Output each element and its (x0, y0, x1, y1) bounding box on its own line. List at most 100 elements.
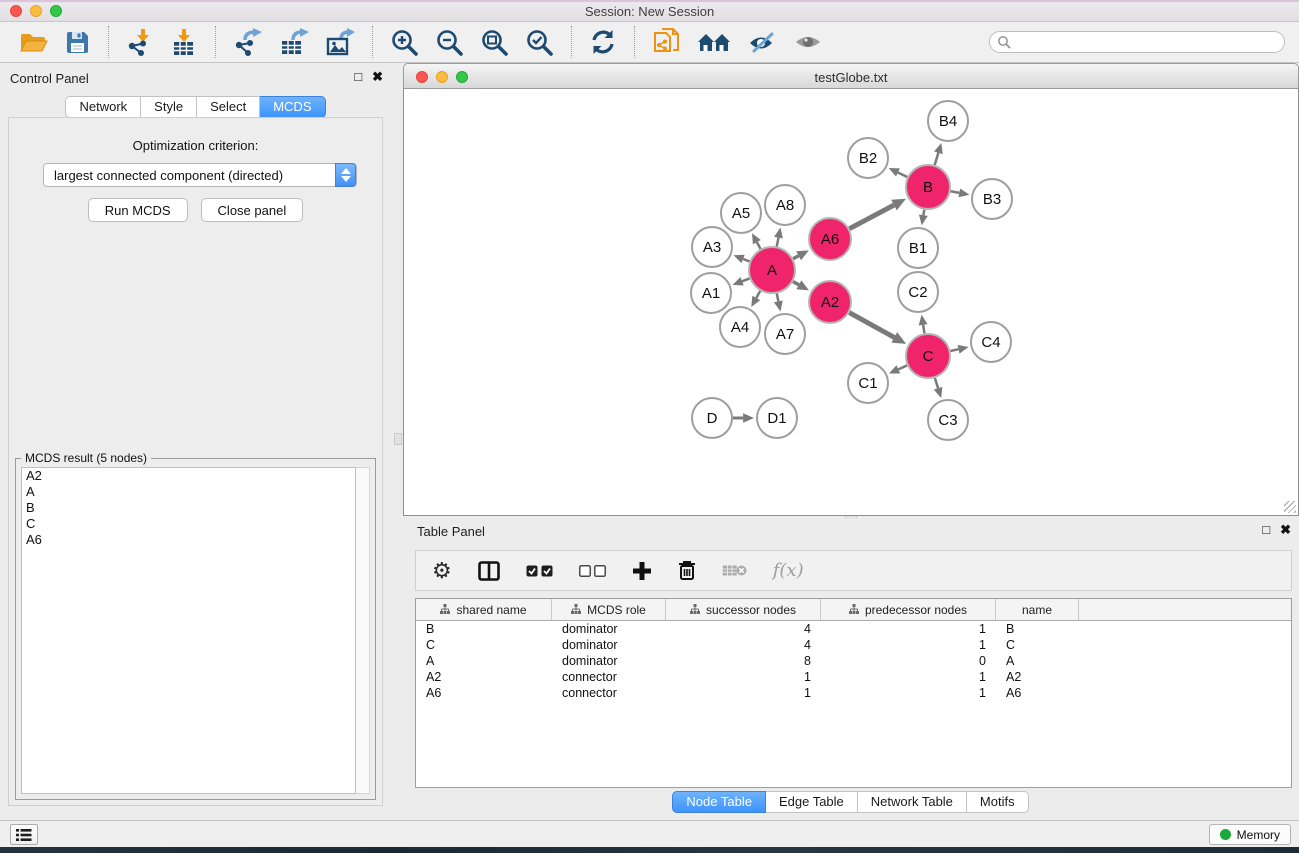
table-settings-button[interactable]: ⚙ (432, 560, 452, 582)
deselect-all-columns-button[interactable] (579, 565, 606, 577)
network-edge-B-B2[interactable] (889, 168, 908, 177)
zoom-fit-button[interactable] (476, 26, 513, 59)
cell-name[interactable]: A6 (996, 685, 1079, 701)
network-edge-C-C2[interactable] (919, 315, 928, 334)
table-tab-network-table[interactable]: Network Table (858, 791, 967, 813)
table-row[interactable]: A2connector11A2 (416, 669, 1291, 685)
network-edge-D-D1[interactable] (733, 413, 754, 423)
network-node-C[interactable]: C (906, 334, 950, 378)
delete-column-button[interactable] (678, 560, 696, 581)
cell-name[interactable]: A2 (996, 669, 1079, 685)
cell-predecessors[interactable]: 1 (821, 621, 996, 637)
zoom-selected-button[interactable] (521, 26, 558, 59)
run-mcds-button[interactable]: Run MCDS (88, 198, 188, 222)
table-tab-edge-table[interactable]: Edge Table (766, 791, 858, 813)
network-node-C4[interactable]: C4 (971, 322, 1011, 362)
cell-mcds_role[interactable]: dominator (552, 621, 666, 637)
cell-name[interactable]: C (996, 637, 1079, 653)
cell-shared_name[interactable]: A (416, 653, 552, 669)
network-edge-A-A2[interactable] (793, 280, 809, 290)
cell-successors[interactable]: 8 (666, 653, 821, 669)
network-node-D1[interactable]: D1 (757, 398, 797, 438)
tab-style[interactable]: Style (141, 96, 197, 118)
close-panel-button[interactable]: Close panel (201, 198, 304, 222)
mcds-result-item[interactable]: C (22, 516, 355, 532)
mcds-result-item[interactable]: B (22, 500, 355, 516)
table-row[interactable]: Cdominator41C (416, 637, 1291, 653)
resize-grip-icon[interactable] (1284, 501, 1296, 513)
cell-shared_name[interactable]: B (416, 621, 552, 637)
column-header-name[interactable]: name (996, 599, 1079, 620)
close-table-panel-icon[interactable]: ✖ (1280, 522, 1291, 538)
cell-predecessors[interactable]: 1 (821, 669, 996, 685)
network-node-A4[interactable]: A4 (720, 307, 760, 347)
export-table-button[interactable] (275, 26, 313, 59)
network-edge-A-A8[interactable] (774, 228, 783, 247)
network-node-B1[interactable]: B1 (898, 228, 938, 268)
network-edge-A-A4[interactable] (751, 291, 760, 307)
cell-name[interactable]: A (996, 653, 1079, 669)
select-all-columns-button[interactable] (526, 565, 553, 577)
result-scrollbar[interactable] (356, 467, 370, 794)
tab-mcds[interactable]: MCDS (260, 96, 325, 118)
network-node-A[interactable]: A (749, 247, 795, 293)
network-edge-A-A6[interactable] (793, 250, 809, 260)
close-panel-icon[interactable]: ✖ (372, 69, 383, 85)
network-edge-C-C1[interactable] (889, 365, 907, 373)
open-session-button[interactable] (14, 27, 52, 58)
float-table-panel-icon[interactable]: □ (1262, 522, 1270, 538)
save-session-button[interactable] (60, 27, 95, 58)
home-view-button[interactable] (693, 27, 735, 57)
network-node-B[interactable]: B (906, 165, 950, 209)
network-edge-B-B1[interactable] (919, 210, 928, 226)
network-node-A2[interactable]: A2 (809, 281, 851, 323)
network-canvas[interactable]: ABCA2A6A1A3A4A5A7A8B1B2B3B4C1C2C3C4DD1 (403, 89, 1299, 516)
table-tab-node-table[interactable]: Node Table (672, 791, 766, 813)
table-row[interactable]: Bdominator41B (416, 621, 1291, 637)
cell-shared_name[interactable]: A2 (416, 669, 552, 685)
network-edge-A-A7[interactable] (774, 294, 783, 312)
show-hide-details-button[interactable] (789, 28, 827, 56)
import-table-button[interactable] (166, 26, 202, 59)
network-edge-C-C4[interactable] (950, 345, 968, 354)
column-header-successors[interactable]: successor nodes (666, 599, 821, 620)
cell-predecessors[interactable]: 1 (821, 637, 996, 653)
column-header-shared_name[interactable]: shared name (416, 599, 552, 620)
column-header-mcds_role[interactable]: MCDS role (552, 599, 666, 620)
network-node-B4[interactable]: B4 (928, 101, 968, 141)
network-node-A7[interactable]: A7 (765, 314, 805, 354)
cell-successors[interactable]: 4 (666, 621, 821, 637)
cell-mcds_role[interactable]: connector (552, 685, 666, 701)
cell-predecessors[interactable]: 1 (821, 685, 996, 701)
network-node-A6[interactable]: A6 (809, 218, 851, 260)
network-node-C1[interactable]: C1 (848, 363, 888, 403)
cell-successors[interactable]: 1 (666, 669, 821, 685)
network-node-B2[interactable]: B2 (848, 138, 888, 178)
network-node-B3[interactable]: B3 (972, 179, 1012, 219)
table-tab-motifs[interactable]: Motifs (967, 791, 1029, 813)
task-history-button[interactable] (10, 824, 38, 845)
network-edge-A6-B[interactable] (849, 199, 905, 229)
zoom-in-button[interactable] (386, 26, 423, 59)
network-node-A1[interactable]: A1 (691, 273, 731, 313)
zoom-out-button[interactable] (431, 26, 468, 59)
column-header-predecessors[interactable]: predecessor nodes (821, 599, 996, 620)
cell-mcds_role[interactable]: dominator (552, 653, 666, 669)
import-network-button[interactable] (122, 26, 158, 59)
vertical-splitter-handle[interactable] (394, 433, 402, 445)
create-network-from-selection-button[interactable] (648, 25, 685, 60)
network-edge-B-B3[interactable] (951, 188, 970, 197)
hide-graphics-details-button[interactable] (743, 27, 781, 57)
network-edge-C-C3[interactable] (934, 378, 943, 398)
mcds-result-item[interactable]: A2 (22, 468, 355, 484)
memory-button[interactable]: Memory (1209, 824, 1291, 845)
cell-shared_name[interactable]: A6 (416, 685, 552, 701)
tab-network[interactable]: Network (65, 96, 141, 118)
network-edge-B-B4[interactable] (934, 143, 943, 165)
network-node-C2[interactable]: C2 (898, 272, 938, 312)
cell-name[interactable]: B (996, 621, 1079, 637)
split-view-button[interactable] (478, 561, 500, 581)
network-edge-A-A5[interactable] (752, 233, 761, 249)
cell-shared_name[interactable]: C (416, 637, 552, 653)
table-row[interactable]: Adominator80A (416, 653, 1291, 669)
